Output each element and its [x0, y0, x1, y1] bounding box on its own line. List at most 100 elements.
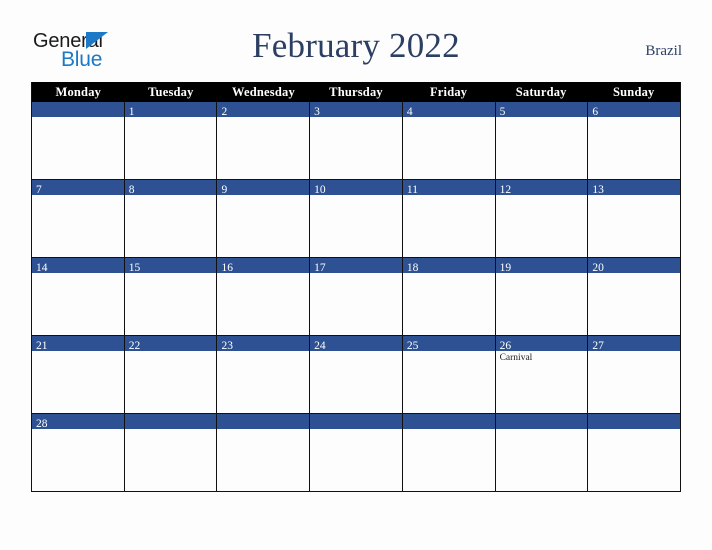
day-number: 8: [128, 184, 135, 196]
calendar-day-3[interactable]: 3: [309, 102, 402, 179]
calendar-day-12[interactable]: 12: [494, 180, 588, 257]
day-number-bar: 21: [32, 336, 124, 352]
calendar-day-20[interactable]: 20: [587, 258, 681, 335]
day-number-bar: 6: [588, 102, 681, 118]
day-number-bar: 27: [588, 336, 681, 352]
day-number-bar: 12: [495, 180, 588, 196]
day-number: 18: [406, 262, 419, 274]
day-number-bar: [124, 414, 217, 429]
day-number: 6: [592, 106, 599, 118]
day-number-bar: 16: [217, 258, 310, 274]
day-number: 23: [221, 340, 233, 352]
day-events: [217, 195, 309, 197]
calendar-day-28[interactable]: 28: [32, 414, 124, 491]
calendar-weeks: 1 2 3 4 5 6 7 8 9 10 11 12 13 14 15 16 17 18 19 20 21 22 23 24 2…: [32, 102, 681, 491]
calendar-day-24[interactable]: 24: [309, 336, 402, 413]
day-number: 5: [499, 106, 506, 118]
calendar-page: General Blue February 2022 Brazil Monday…: [0, 0, 712, 550]
calendar-day-17[interactable]: 17: [309, 258, 402, 335]
calendar-day-6[interactable]: 6: [587, 102, 681, 179]
day-number: 13: [592, 184, 604, 196]
day-events: [310, 117, 402, 119]
calendar-day-23[interactable]: 23: [216, 336, 310, 413]
calendar-week-row: 21 22 23 24 25 26 Carnival 27: [32, 335, 681, 413]
calendar-grid: Monday Tuesday Wednesday Thursday Friday Satu…: [31, 82, 681, 492]
day-events: [217, 117, 309, 119]
calendar-day-10[interactable]: 10: [309, 180, 402, 257]
day-number-bar: 22: [124, 336, 217, 352]
calendar-day-1[interactable]: 1: [123, 102, 217, 179]
day-number-bar: 20: [588, 258, 681, 274]
calendar-day-15[interactable]: 15: [123, 258, 217, 335]
day-of-week-thursday: Thursday: [329, 85, 383, 99]
day-number-bar: 7: [32, 180, 124, 196]
day-events: [32, 195, 124, 197]
calendar-day-empty[interactable]: [309, 414, 402, 491]
day-number: 15: [128, 262, 141, 274]
day-number: 28: [36, 418, 48, 430]
day-events: [32, 117, 124, 119]
calendar-day-25[interactable]: 25: [401, 336, 495, 413]
calendar-day-empty[interactable]: [216, 414, 310, 491]
day-number-bar: [310, 414, 402, 429]
day-number: 4: [406, 106, 413, 118]
day-of-week-header: Monday Tuesday Wednesday Thursday Friday Satu…: [32, 82, 680, 102]
calendar-day-16[interactable]: 16: [216, 258, 310, 335]
day-number-bar: 28: [32, 414, 124, 430]
day-events: Carnival: [496, 351, 588, 364]
day-number-bar: 2: [217, 102, 310, 118]
calendar-day-27[interactable]: 27: [587, 336, 681, 413]
day-events: [588, 117, 680, 119]
calendar-day-5[interactable]: 5: [494, 102, 588, 179]
day-number: 14: [36, 262, 48, 274]
day-number-bar: 3: [310, 102, 402, 118]
calendar-day-2[interactable]: 2: [216, 102, 310, 179]
calendar-day-empty[interactable]: [494, 414, 588, 491]
calendar-day-empty[interactable]: [401, 414, 495, 491]
day-events: [588, 429, 680, 431]
calendar-day-14[interactable]: 14: [32, 258, 124, 335]
calendar-day-empty[interactable]: [32, 102, 124, 179]
day-number-bar: 13: [588, 180, 681, 196]
day-number-bar: [495, 414, 588, 429]
day-number-bar: 15: [124, 258, 217, 274]
day-number-bar: 26: [495, 336, 588, 352]
calendar-day-13[interactable]: 13: [587, 180, 681, 257]
calendar-day-26[interactable]: 26 Carnival: [494, 336, 588, 413]
day-number-bar: [217, 414, 310, 429]
day-of-week-saturday: Saturday: [515, 85, 567, 99]
day-number: 19: [499, 262, 512, 274]
page-title: February 2022: [252, 26, 460, 65]
calendar-day-11[interactable]: 11: [401, 180, 495, 257]
day-number: 27: [592, 340, 604, 352]
day-number: 26: [499, 340, 512, 352]
day-number-bar: 14: [32, 258, 124, 274]
calendar-week-row: 7 8 9 10 11 12 13: [32, 179, 681, 257]
calendar-day-18[interactable]: 18: [401, 258, 495, 335]
region-label: Brazil: [645, 43, 682, 59]
day-number: 25: [406, 340, 419, 352]
calendar-day-19[interactable]: 19: [494, 258, 588, 335]
calendar-day-21[interactable]: 21: [32, 336, 124, 413]
day-number: 20: [592, 262, 604, 274]
day-events: [496, 117, 588, 119]
calendar-day-4[interactable]: 4: [401, 102, 495, 179]
day-number-bar: 24: [310, 336, 402, 352]
calendar-day-22[interactable]: 22: [123, 336, 217, 413]
calendar-day-empty[interactable]: [123, 414, 217, 491]
calendar-day-7[interactable]: 7: [32, 180, 124, 257]
calendar-day-empty[interactable]: [587, 414, 681, 491]
day-of-week-wednesday: Wednesday: [231, 85, 295, 99]
day-number: 2: [221, 106, 228, 118]
day-number: 10: [314, 184, 326, 196]
day-number-bar: 19: [495, 258, 588, 274]
calendar-day-9[interactable]: 9: [216, 180, 310, 257]
day-of-week-friday: Friday: [429, 85, 468, 99]
calendar-day-8[interactable]: 8: [123, 180, 217, 257]
day-of-week-monday: Monday: [55, 85, 102, 99]
day-number-bar: 8: [124, 180, 217, 196]
calendar-week-row: 1 2 3 4 5 6: [32, 102, 681, 179]
day-events: [403, 117, 495, 119]
day-of-week-tuesday: Tuesday: [148, 85, 194, 99]
day-events: [403, 429, 495, 431]
